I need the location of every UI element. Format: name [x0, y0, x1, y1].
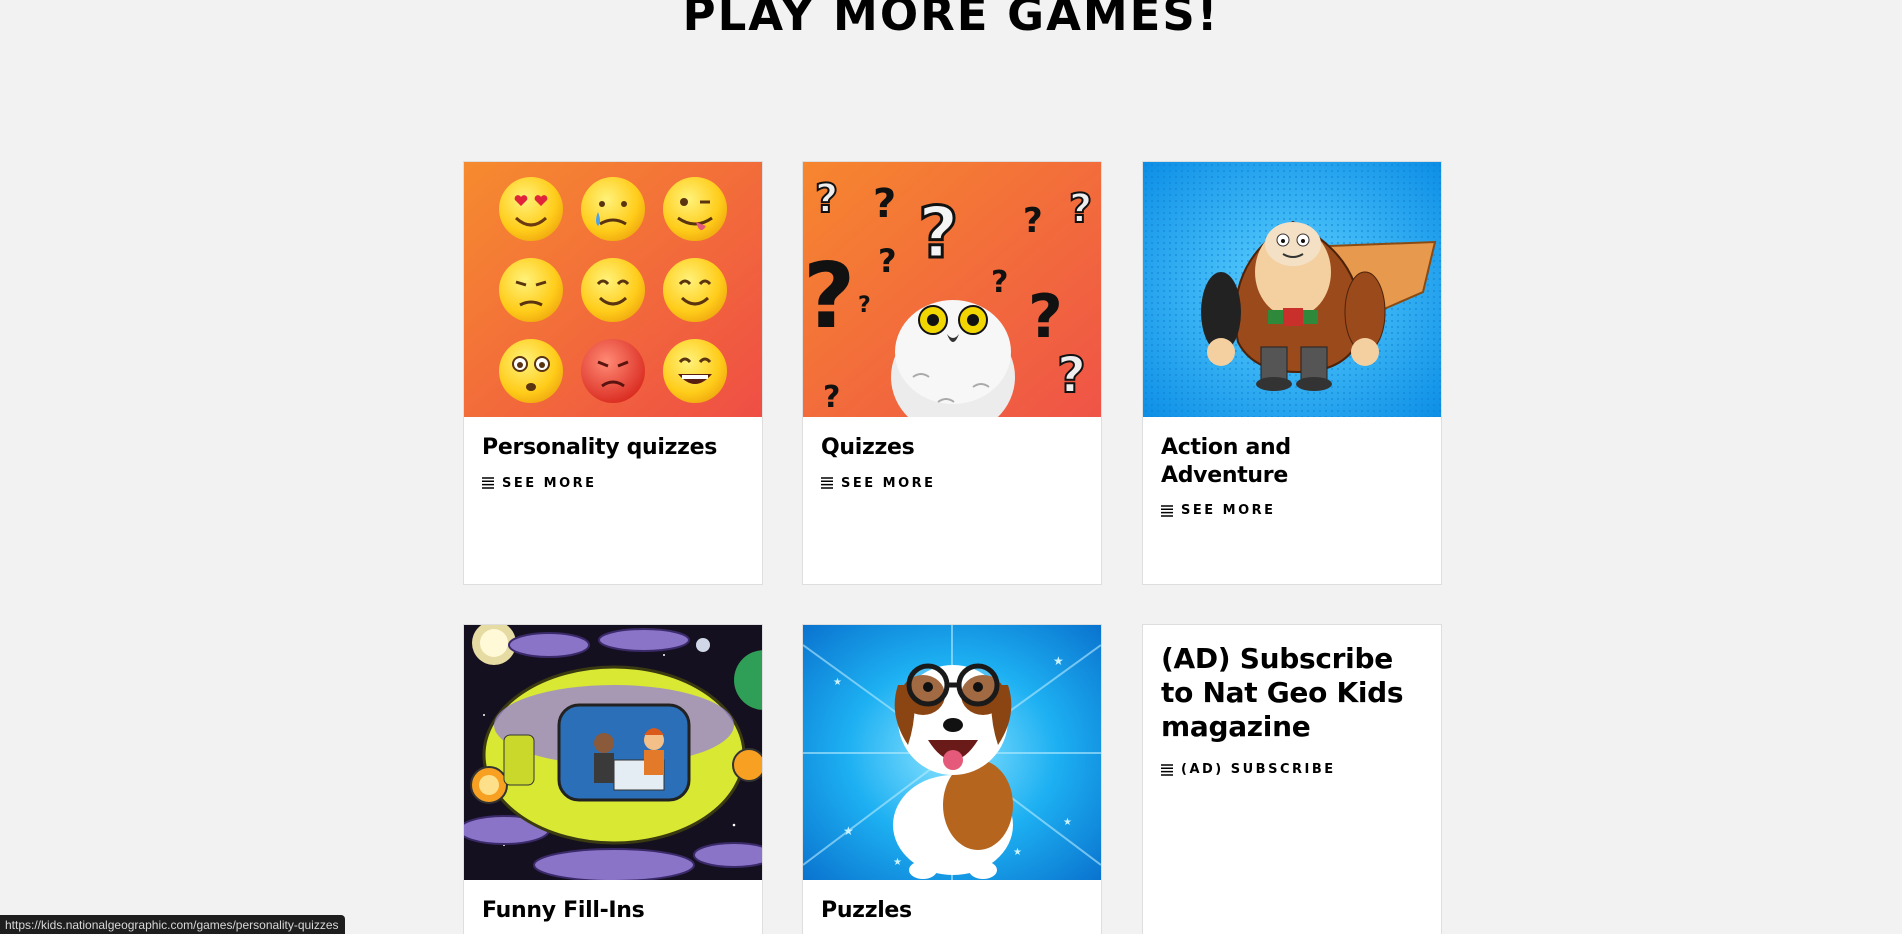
- card-image-owl-question-marks[interactable]: ? ? ? ? ? ? ? ? ? ? ? ?: [803, 162, 1101, 417]
- svg-text:?: ?: [1023, 201, 1043, 241]
- svg-text:?: ?: [873, 181, 896, 227]
- card-personality-quizzes[interactable]: Personality quizzes SEE MORE: [463, 161, 763, 585]
- svg-text:?: ?: [1028, 282, 1063, 352]
- svg-text:?: ?: [858, 293, 871, 318]
- card-title[interactable]: Quizzes: [803, 417, 1101, 462]
- see-more-link[interactable]: SEE MORE: [464, 462, 762, 491]
- see-more-link[interactable]: SEE MORE: [1143, 489, 1441, 518]
- svg-text:?: ?: [878, 242, 897, 280]
- card-image-spaceship[interactable]: [464, 625, 762, 880]
- status-bar-url: https://kids.nationalgeographic.com/game…: [0, 915, 345, 934]
- card-quizzes[interactable]: ? ? ? ? ? ? ? ? ? ? ? ? Quizzes SEE MORE: [802, 161, 1102, 585]
- card-title[interactable]: Action and Adventure: [1143, 417, 1441, 489]
- card-image-dog-glasses[interactable]: ★ ★ ★ ★ ★ ★: [803, 625, 1101, 880]
- card-puzzles[interactable]: ★ ★ ★ ★ ★ ★ Puzzles: [802, 624, 1102, 934]
- lines-icon: [821, 477, 833, 489]
- card-image-emojis[interactable]: [464, 162, 762, 417]
- svg-text:?: ?: [803, 244, 855, 349]
- lines-icon: [1161, 763, 1173, 776]
- see-more-label: SEE MORE: [1181, 503, 1276, 518]
- card-action-and-adventure[interactable]: Action and Adventure SEE MORE: [1142, 161, 1442, 585]
- card-ad-subscribe[interactable]: (AD) Subscribe to Nat Geo Kids magazine …: [1142, 624, 1442, 934]
- svg-text:★: ★: [1063, 817, 1072, 828]
- subscribe-link[interactable]: (AD) SUBSCRIBE: [1143, 744, 1441, 777]
- svg-text:?: ?: [918, 192, 959, 274]
- lines-icon: [482, 477, 494, 489]
- svg-text:?: ?: [991, 265, 1008, 300]
- card-title[interactable]: Puzzles: [803, 880, 1101, 925]
- svg-text:?: ?: [823, 380, 840, 415]
- svg-text:★: ★: [1013, 847, 1022, 858]
- svg-text:?: ?: [815, 176, 838, 222]
- svg-text:★: ★: [843, 824, 854, 838]
- see-more-link[interactable]: SEE MORE: [803, 462, 1101, 491]
- ad-title[interactable]: (AD) Subscribe to Nat Geo Kids magazine: [1143, 625, 1441, 744]
- card-image-monkey-superhero[interactable]: [1143, 162, 1441, 417]
- svg-text:?: ?: [1069, 186, 1092, 232]
- page: PLAY MORE GAMES! Personality quizzes SEE…: [0, 0, 1902, 934]
- card-funny-fill-ins[interactable]: Funny Fill-Ins: [463, 624, 763, 934]
- card-title[interactable]: Funny Fill-Ins: [464, 880, 762, 925]
- subscribe-label: (AD) SUBSCRIBE: [1181, 762, 1336, 777]
- svg-text:★: ★: [893, 857, 902, 868]
- card-title[interactable]: Personality quizzes: [464, 417, 762, 462]
- lines-icon: [1161, 504, 1173, 517]
- svg-text:★: ★: [833, 677, 842, 688]
- see-more-label: SEE MORE: [841, 475, 936, 491]
- see-more-label: SEE MORE: [502, 475, 597, 491]
- svg-text:★: ★: [1053, 654, 1064, 668]
- section-title: PLAY MORE GAMES!: [682, 0, 1220, 41]
- svg-text:?: ?: [1057, 346, 1086, 404]
